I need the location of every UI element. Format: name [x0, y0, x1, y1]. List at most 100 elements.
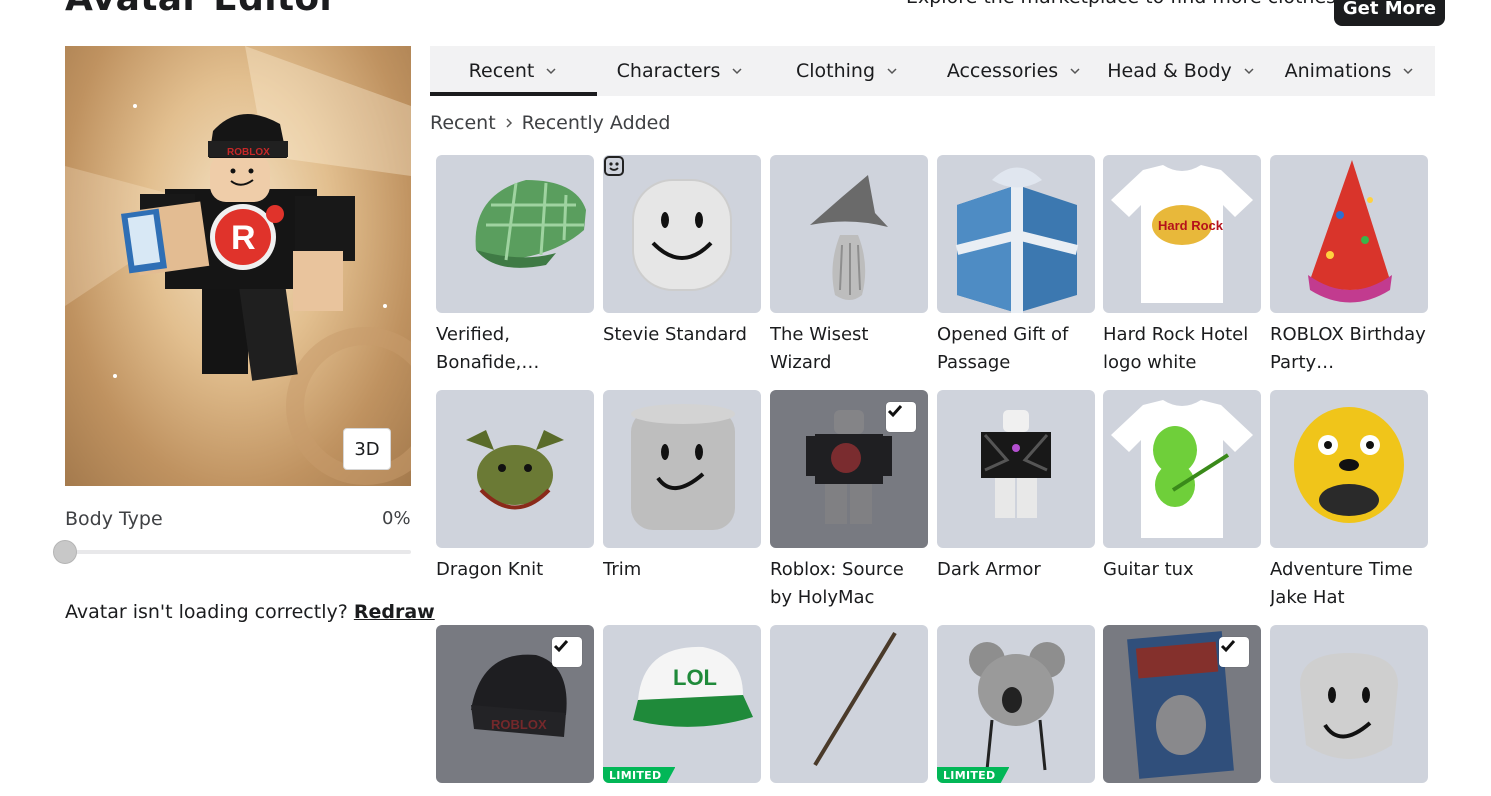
item-thumbnail[interactable]: [1270, 155, 1428, 313]
item-name: Dragon Knit: [436, 559, 544, 580]
gift-box-icon: [955, 167, 1079, 313]
svg-text:R: R: [231, 219, 256, 257]
chevron-right-icon: [506, 118, 512, 128]
item-name: ROBLOX Birthday Party…: [1270, 324, 1426, 373]
view-3d-toggle[interactable]: 3D: [343, 428, 391, 470]
tab-accessories[interactable]: Accessories: [931, 46, 1098, 96]
limited-badge: LIMITED: [937, 767, 1010, 783]
t-shirt-icon: Hard Rock: [1111, 165, 1253, 303]
item-card[interactable]: [1103, 625, 1261, 783]
green-plaid-cap-icon: [475, 180, 586, 268]
item-thumbnail[interactable]: [603, 390, 761, 548]
redraw-prompt: Avatar isn't loading correctly?: [65, 601, 348, 623]
item-thumbnail[interactable]: [770, 390, 928, 548]
jake-hat-icon: [1294, 407, 1404, 523]
tab-clothing[interactable]: Clothing: [764, 46, 931, 96]
checkmark-icon: [1220, 640, 1236, 653]
get-more-button[interactable]: Get More: [1334, 0, 1445, 26]
item-card[interactable]: [1270, 625, 1428, 783]
item-name: Opened Gift of Passage: [937, 324, 1069, 373]
tab-recent[interactable]: Recent: [430, 46, 597, 96]
body-type-value: 0%: [382, 508, 411, 529]
smiling-head-icon: [632, 179, 732, 291]
item-card[interactable]: Adventure Time Jake Hat: [1270, 390, 1428, 612]
tab-animations[interactable]: Animations: [1265, 46, 1435, 96]
item-card[interactable]: The Wisest Wizard: [770, 155, 928, 377]
wizard-hat-icon: [810, 175, 888, 300]
item-thumbnail[interactable]: [937, 155, 1095, 313]
item-card[interactable]: Dark Armor: [937, 390, 1095, 584]
party-hat-icon: [1308, 160, 1392, 303]
body-type-label: Body Type: [65, 508, 163, 530]
item-thumbnail[interactable]: [436, 390, 594, 548]
item-thumbnail[interactable]: Hard Rock: [1103, 155, 1261, 313]
item-thumbnail[interactable]: [770, 625, 928, 783]
page-title: Avatar Editor: [65, 0, 337, 19]
item-card[interactable]: Dragon Knit: [436, 390, 594, 584]
item-thumbnail[interactable]: LOL LIMITED: [603, 625, 761, 783]
item-thumbnail[interactable]: [1270, 625, 1428, 783]
chevron-down-icon: [732, 68, 742, 75]
item-thumbnail[interactable]: [937, 390, 1095, 548]
item-thumbnail[interactable]: [603, 155, 761, 313]
item-card[interactable]: ROBLOX: [436, 625, 594, 783]
item-name: The Wisest Wizard: [770, 324, 869, 373]
avatar-render: R ROBLOX: [65, 46, 411, 485]
item-name: Adventure Time Jake Hat: [1270, 559, 1413, 608]
lol-cap-icon: LOL: [633, 646, 753, 727]
item-thumbnail[interactable]: [436, 155, 594, 313]
redraw-note: Avatar isn't loading correctly? Redraw: [65, 601, 435, 623]
item-card[interactable]: Guitar tux: [1103, 390, 1261, 584]
breadcrumb-root[interactable]: Recent: [430, 112, 496, 134]
item-thumbnail[interactable]: [1103, 390, 1261, 548]
category-tabs: Recent Characters Clothing Accessories H…: [430, 46, 1435, 96]
item-card[interactable]: LOL LIMITED: [603, 625, 761, 783]
item-card[interactable]: Hard Rock Hard Rock Hotel logo white: [1103, 155, 1261, 377]
item-name: Guitar tux: [1103, 559, 1194, 580]
chevron-down-icon: [546, 68, 556, 75]
svg-text:ROBLOX: ROBLOX: [491, 717, 547, 732]
chevron-down-icon: [1403, 68, 1413, 75]
item-card[interactable]: LIMITED: [937, 625, 1095, 783]
tab-label: Characters: [616, 60, 721, 82]
checkmark-icon: [887, 405, 903, 418]
item-card[interactable]: ROBLOX Birthday Party…: [1270, 155, 1428, 377]
item-card[interactable]: Verified, Bonafide,…: [436, 155, 594, 377]
tab-label: Head & Body: [1107, 60, 1232, 82]
tab-head-body[interactable]: Head & Body: [1098, 46, 1265, 96]
tab-characters[interactable]: Characters: [597, 46, 764, 96]
item-name: Stevie Standard: [603, 324, 747, 345]
item-card[interactable]: [770, 625, 928, 783]
limited-badge: LIMITED: [603, 767, 676, 783]
avatar-preview[interactable]: R ROBLOX 3D: [65, 46, 411, 486]
wand-icon: [813, 631, 897, 767]
item-card[interactable]: Stevie Standard: [603, 155, 761, 349]
item-name: Hard Rock Hotel logo white: [1103, 324, 1249, 373]
item-name: Roblox: Source by HolyMac: [770, 559, 904, 608]
marketplace-promo-text: Explore the marketplace to find more clo…: [906, 0, 1344, 8]
chevron-down-icon: [887, 68, 897, 75]
item-name: Dark Armor: [937, 559, 1041, 580]
body-type-slider-thumb[interactable]: [53, 540, 77, 564]
smiling-head-icon: [1300, 653, 1398, 759]
item-thumbnail[interactable]: [1270, 390, 1428, 548]
worn-checkmark[interactable]: [886, 402, 916, 432]
body-type-slider-track[interactable]: [65, 550, 411, 554]
item-thumbnail[interactable]: [770, 155, 928, 313]
worn-checkmark[interactable]: [1219, 637, 1249, 667]
item-thumbnail[interactable]: [1103, 625, 1261, 783]
svg-text:ROBLOX: ROBLOX: [227, 147, 270, 158]
item-card[interactable]: Opened Gift of Passage: [937, 155, 1095, 377]
koala-hat-icon: [969, 642, 1065, 771]
armor-avatar-icon: [981, 410, 1051, 518]
redraw-link[interactable]: Redraw: [354, 601, 435, 623]
chevron-down-icon: [1070, 68, 1080, 75]
item-thumbnail[interactable]: LIMITED: [937, 625, 1095, 783]
item-thumbnail[interactable]: ROBLOX: [436, 625, 594, 783]
dragon-hat-icon: [466, 430, 564, 510]
worn-checkmark[interactable]: [552, 637, 582, 667]
item-card[interactable]: Roblox: Source by HolyMac: [770, 390, 928, 612]
item-card[interactable]: Trim: [603, 390, 761, 584]
tab-label: Accessories: [946, 60, 1059, 82]
breadcrumb-current: Recently Added: [521, 112, 671, 134]
